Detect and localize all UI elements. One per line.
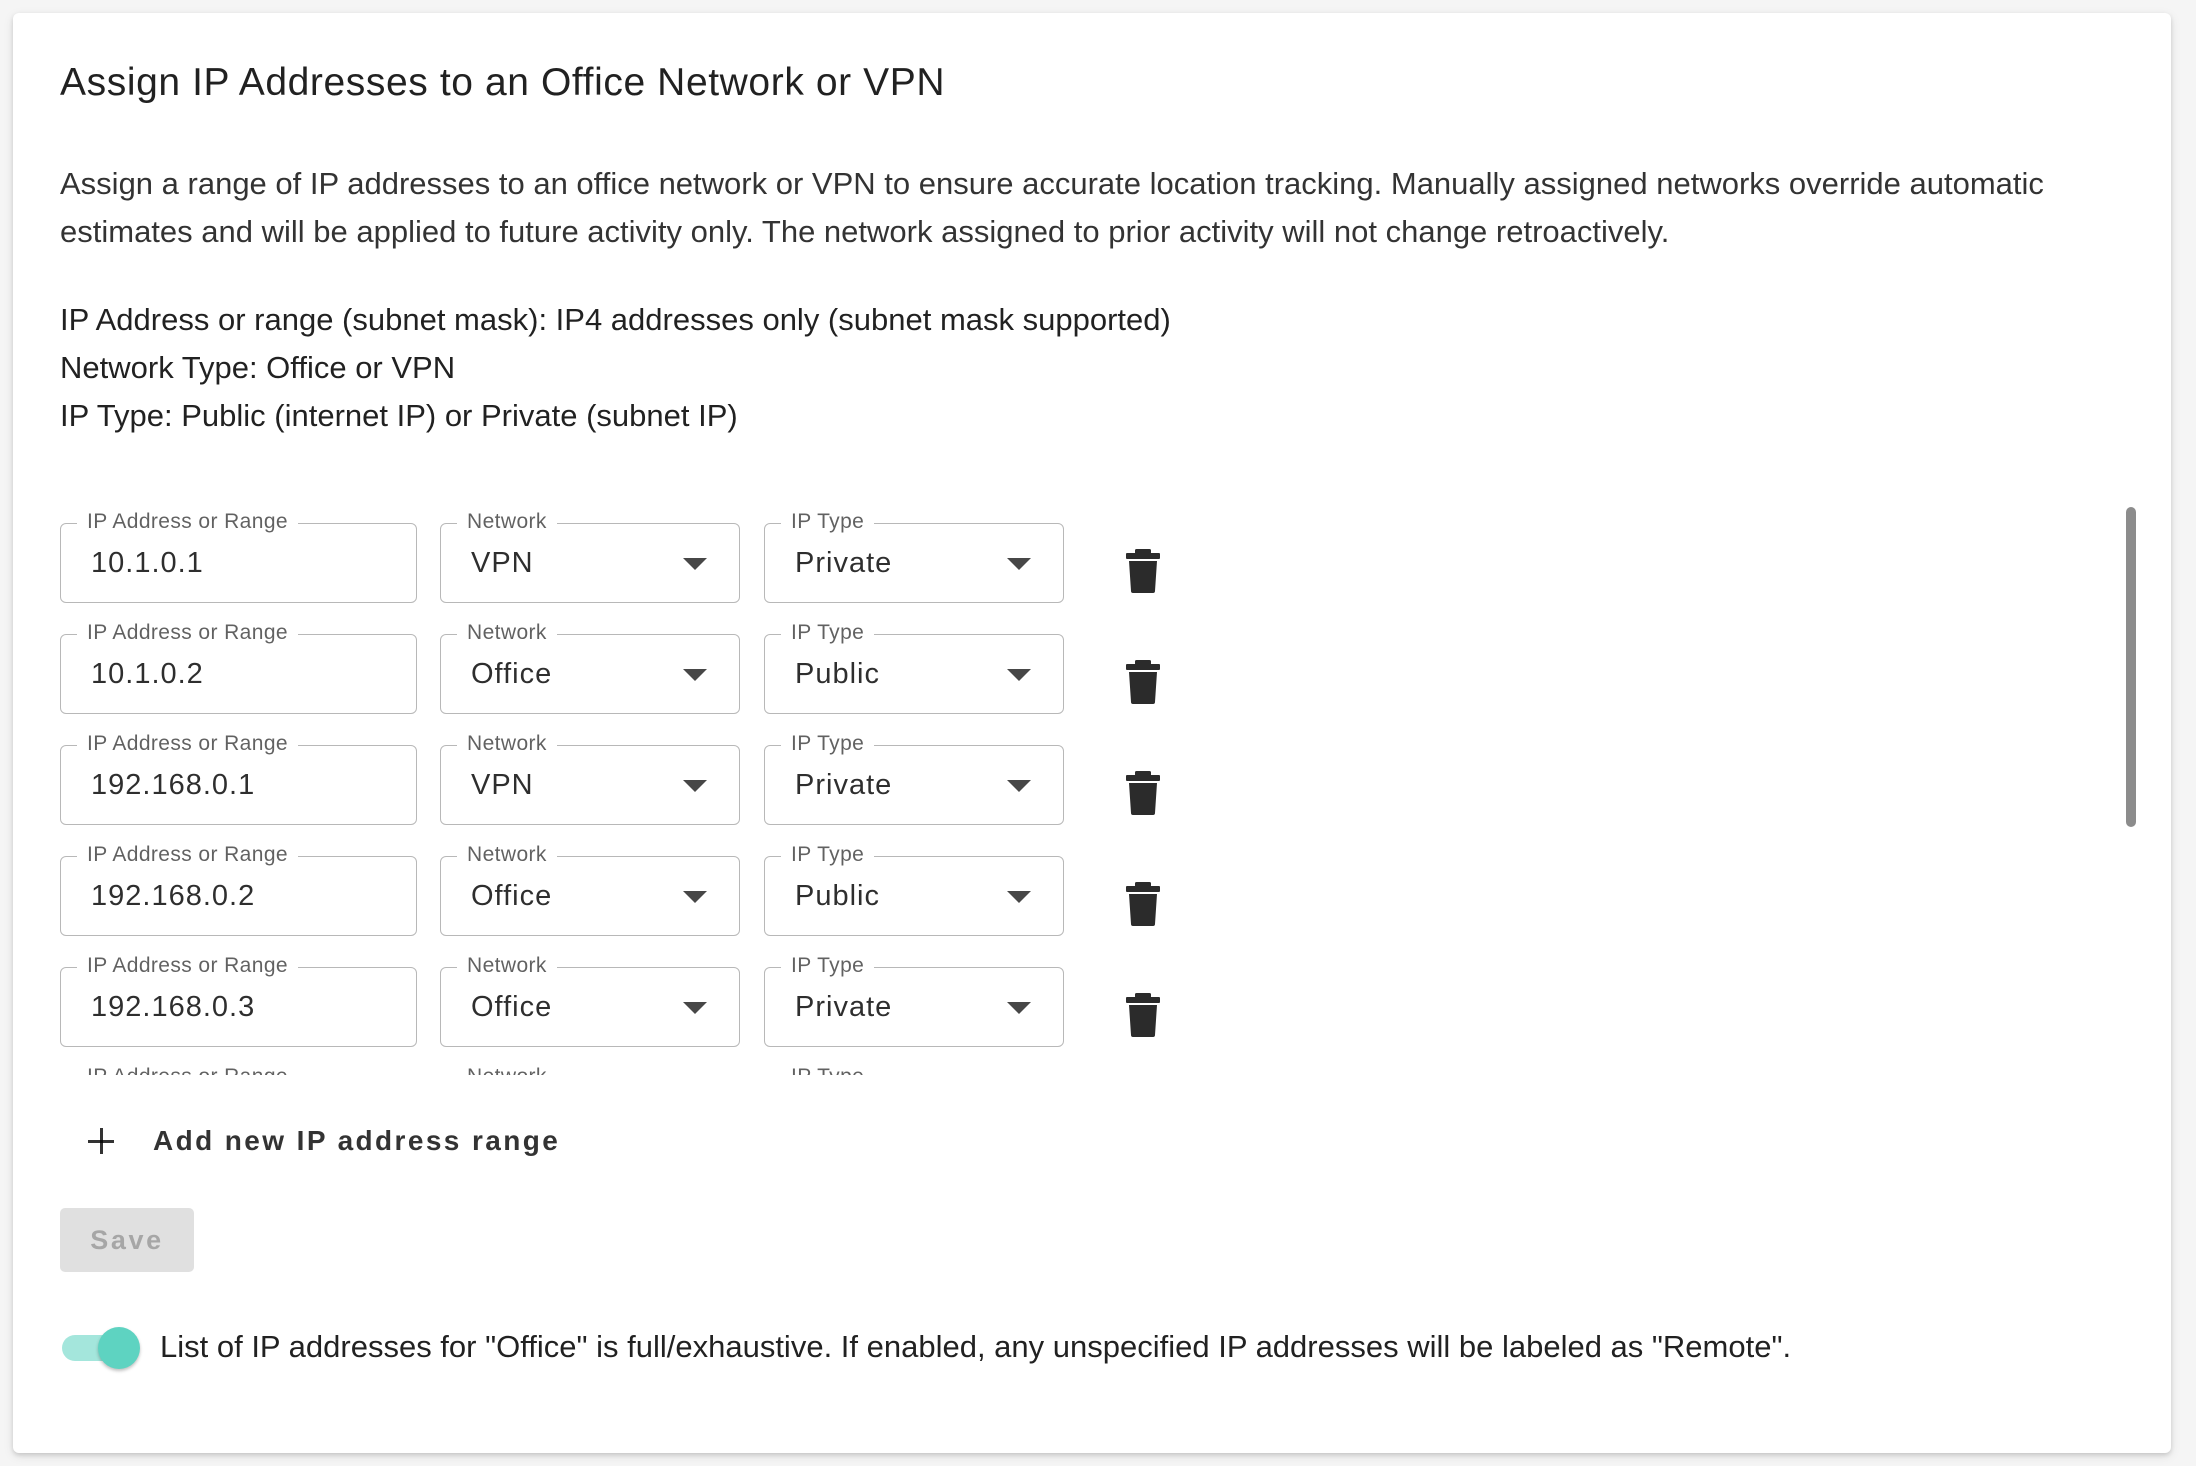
network-label: Network (457, 953, 557, 979)
network-select[interactable]: Network Office (440, 842, 740, 936)
info-line-ip-format: IP Address or range (subnet mask): IP4 a… (60, 302, 1171, 337)
ip-range-row: IP Address or Range Network IP Type (13, 1048, 1213, 1075)
ip-address-input[interactable]: IP Address or Range 10.1.0.2 (60, 620, 417, 714)
ip-range-row: IP Address or Range 10.1.0.1 Network VPN… (13, 493, 1213, 604)
trash-icon (1126, 771, 1160, 815)
caret-down-icon (1007, 1002, 1031, 1014)
ip-address-input[interactable]: IP Address or Range 192.168.0.2 (60, 842, 417, 936)
ip-address-label: IP Address or Range (77, 731, 298, 757)
network-value: VPN (471, 547, 534, 579)
ip-address-value: 192.168.0.1 (91, 769, 256, 801)
ip-address-label: IP Address or Range (77, 620, 298, 646)
toggle-thumb (98, 1327, 140, 1369)
ip-range-row: IP Address or Range 192.168.0.1 Network … (13, 715, 1213, 826)
trash-icon (1126, 660, 1160, 704)
network-value: VPN (471, 769, 534, 801)
page-title: Assign IP Addresses to an Office Network… (60, 61, 946, 104)
trash-icon (1126, 993, 1160, 1037)
ip-address-label: IP Address or Range (77, 953, 298, 979)
network-label: Network (457, 620, 557, 646)
network-select[interactable]: Network Office (440, 620, 740, 714)
network-label: Network (457, 509, 557, 535)
network-label: Network (457, 731, 557, 757)
ip-address-value: 192.168.0.2 (91, 880, 256, 912)
delete-row-button[interactable] (1113, 537, 1173, 597)
delete-row-button[interactable] (1113, 759, 1173, 819)
toggle-label: List of IP addresses for "Office" is ful… (160, 1329, 1792, 1364)
ip-address-input[interactable]: IP Address or Range 10.1.0.1 (60, 509, 417, 603)
network-value: Office (471, 880, 553, 912)
trash-icon (1126, 549, 1160, 593)
delete-row-button[interactable] (1113, 870, 1173, 930)
ip-type-value: Public (795, 880, 880, 912)
ip-type-select[interactable]: IP Type Private (764, 731, 1064, 825)
ip-address-label: IP Address or Range (77, 1064, 298, 1075)
caret-down-icon (1007, 780, 1031, 792)
ip-range-row: IP Address or Range 192.168.0.3 Network … (13, 937, 1213, 1048)
caret-down-icon (1007, 669, 1031, 681)
network-label: Network (457, 1064, 557, 1075)
network-value: Office (471, 658, 553, 690)
caret-down-icon (1007, 891, 1031, 903)
ip-type-label: IP Type (781, 620, 875, 646)
ip-type-value: Private (795, 547, 893, 579)
save-button[interactable]: Save (60, 1208, 194, 1272)
network-label: Network (457, 842, 557, 868)
info-line-ip-type: IP Type: Public (internet IP) or Private… (60, 398, 738, 433)
caret-down-icon (683, 780, 707, 792)
plus-icon (83, 1123, 119, 1159)
caret-down-icon (1007, 558, 1031, 570)
ip-type-label: IP Type (781, 842, 875, 868)
ip-address-input[interactable]: IP Address or Range 192.168.0.3 (60, 953, 417, 1047)
network-select[interactable]: Network VPN (440, 509, 740, 603)
ip-address-input[interactable]: IP Address or Range 192.168.0.1 (60, 731, 417, 825)
ip-type-select[interactable]: IP Type Private (764, 953, 1064, 1047)
add-ip-range-button[interactable]: Add new IP address range (83, 1113, 560, 1169)
ip-type-label: IP Type (781, 509, 875, 535)
ip-type-value: Public (795, 658, 880, 690)
delete-row-button[interactable] (1113, 648, 1173, 708)
ip-address-value: 10.1.0.2 (91, 658, 204, 690)
field-info-list: IP Address or range (subnet mask): IP4 a… (60, 296, 1171, 440)
ip-type-value: Private (795, 769, 893, 801)
ip-address-label: IP Address or Range (77, 509, 298, 535)
trash-icon (1126, 882, 1160, 926)
ip-type-select[interactable]: IP Type Public (764, 842, 1064, 936)
exhaustive-office-toggle[interactable] (60, 1323, 140, 1371)
ip-type-label: IP Type (781, 1064, 875, 1075)
add-ip-range-label: Add new IP address range (153, 1125, 561, 1156)
ip-range-row: IP Address or Range 10.1.0.2 Network Off… (13, 604, 1213, 715)
ip-address-value: 10.1.0.1 (91, 547, 204, 579)
ip-range-row: IP Address or Range 192.168.0.2 Network … (13, 826, 1213, 937)
network-value: Office (471, 991, 553, 1023)
ip-assignment-card: Assign IP Addresses to an Office Network… (13, 13, 2171, 1453)
ip-type-select[interactable]: IP Type Private (764, 509, 1064, 603)
ip-type-label: IP Type (781, 731, 875, 757)
caret-down-icon (683, 1002, 707, 1014)
info-line-network-type: Network Type: Office or VPN (60, 350, 456, 385)
ip-type-value: Private (795, 991, 893, 1023)
delete-row-button[interactable] (1113, 981, 1173, 1041)
ip-type-label: IP Type (781, 953, 875, 979)
description-text: Assign a range of IP addresses to an off… (60, 166, 2044, 249)
ip-address-value: 192.168.0.3 (91, 991, 256, 1023)
ip-address-label: IP Address or Range (77, 842, 298, 868)
rows-scrollbar[interactable] (2119, 493, 2143, 1075)
ip-type-select[interactable]: IP Type Public (764, 620, 1064, 714)
scrollbar-thumb[interactable] (2126, 507, 2136, 827)
caret-down-icon (683, 669, 707, 681)
caret-down-icon (683, 558, 707, 570)
caret-down-icon (683, 891, 707, 903)
ip-rows-scroll-area[interactable]: IP Address or Range 10.1.0.1 Network VPN… (13, 493, 2171, 1075)
network-select[interactable]: Network VPN (440, 731, 740, 825)
network-select[interactable]: Network Office (440, 953, 740, 1047)
exhaustive-office-toggle-row: List of IP addresses for "Office" is ful… (60, 1323, 1791, 1371)
